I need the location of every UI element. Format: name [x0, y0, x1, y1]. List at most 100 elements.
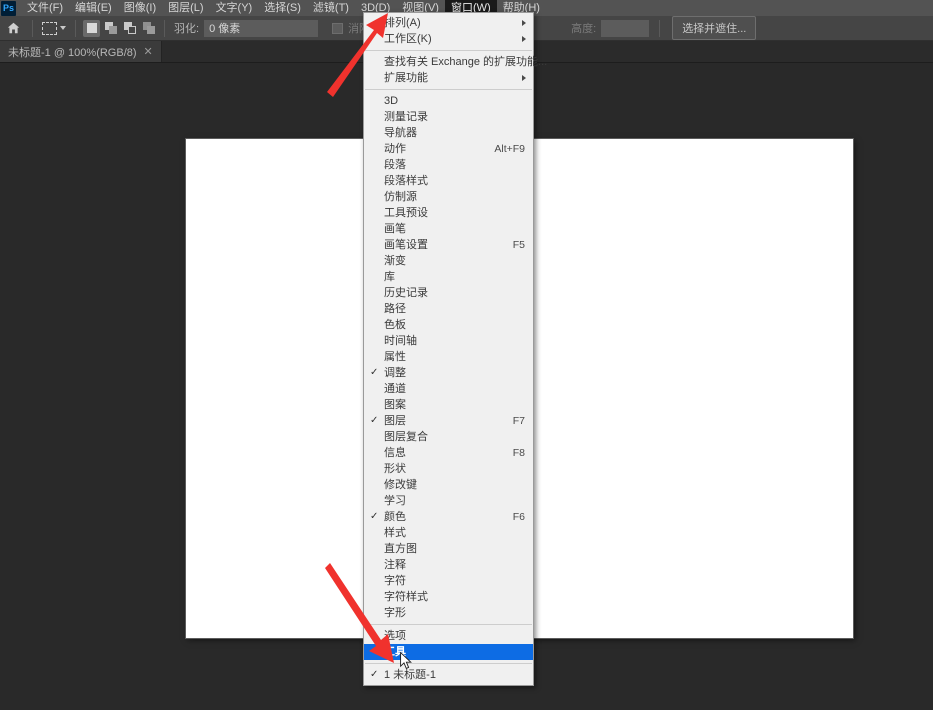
window-menu-item-label: 查找有关 Exchange 的扩展功能... [384, 56, 548, 68]
window-menu-item[interactable]: ✓ 颜色 F6 [364, 509, 533, 525]
window-menu-item-shortcut: F5 [512, 239, 525, 251]
window-menu-item-shortcut: F8 [512, 447, 525, 459]
options-divider-2 [75, 19, 76, 37]
window-menu-item[interactable]: 工具 [364, 644, 533, 660]
window-menu-item[interactable]: 工作区(K) [364, 31, 533, 47]
window-menu-item[interactable]: 样式 [364, 525, 533, 541]
new-selection-button[interactable] [83, 19, 100, 37]
window-menu-item[interactable]: 字符样式 [364, 589, 533, 605]
select-and-mask-button[interactable]: 选择并遮住... [672, 16, 757, 40]
menubar-item-layer[interactable]: 图层(L) [162, 0, 209, 16]
window-menu-item[interactable]: 时间轴 [364, 333, 533, 349]
window-menu-item[interactable]: 色板 [364, 317, 533, 333]
window-menu-item[interactable]: 仿制源 [364, 189, 533, 205]
window-menu-item[interactable]: 测量记录 [364, 109, 533, 125]
menubar-item-filter[interactable]: 滤镜(T) [307, 0, 355, 16]
window-menu-item[interactable]: 查找有关 Exchange 的扩展功能... [364, 54, 547, 70]
window-menu-item[interactable]: ✓ 图层 F7 [364, 413, 533, 429]
intersect-selection-button[interactable] [140, 20, 157, 37]
menu-separator [365, 663, 532, 664]
window-menu-item-label: 图层 [384, 415, 406, 427]
window-menu-item[interactable]: 直方图 [364, 541, 533, 557]
window-menu-item[interactable]: 路径 [364, 301, 533, 317]
window-menu-item-label: 画笔设置 [384, 239, 428, 251]
window-menu-item[interactable]: 信息 F8 [364, 445, 533, 461]
options-divider-5 [659, 19, 661, 37]
window-menu-item[interactable]: 导航器 [364, 125, 533, 141]
window-menu-item-label: 工具 [384, 646, 406, 658]
window-menu-item[interactable]: 渐变 [364, 253, 533, 269]
window-menu-item[interactable]: 库 [364, 269, 533, 285]
new-selection-icon [86, 23, 97, 33]
window-menu-item[interactable]: 属性 [364, 349, 533, 365]
document-tab[interactable]: 未标题-1 @ 100%(RGB/8) ✕ [0, 41, 162, 62]
window-menu-item[interactable]: 画笔设置 F5 [364, 237, 533, 253]
window-menu-item[interactable]: 段落 [364, 157, 533, 173]
window-menu-item-shortcut: Alt+F9 [494, 143, 525, 155]
window-menu-item-label: 段落样式 [384, 175, 428, 187]
window-menu-item-label: 调整 [384, 367, 406, 379]
menubar-item-edit[interactable]: 编辑(E) [69, 0, 118, 16]
window-menu-item[interactable]: 历史记录 [364, 285, 533, 301]
feather-label: 羽化: [174, 23, 200, 35]
window-menu-item-label: 段落 [384, 159, 406, 171]
window-menu-item[interactable]: 工具预设 [364, 205, 533, 221]
menubar-item-file[interactable]: 文件(F) [21, 0, 69, 16]
options-divider-1 [32, 19, 33, 37]
window-menu-item-label: 时间轴 [384, 335, 417, 347]
add-to-selection-button[interactable] [102, 20, 119, 37]
window-menu-item[interactable]: 图层复合 [364, 429, 533, 445]
chevron-down-icon[interactable] [60, 26, 66, 30]
window-menu-item[interactable]: 形状 [364, 461, 533, 477]
window-menu-item[interactable]: 选项 [364, 628, 533, 644]
window-menu-item[interactable]: 字形 [364, 605, 533, 621]
window-menu-item-label: 3D [384, 95, 399, 107]
window-menu-item[interactable]: 修改键 [364, 477, 533, 493]
window-menu-item[interactable]: 3D [364, 93, 533, 109]
window-menu-item-label: 直方图 [384, 543, 417, 555]
window-menu-item-label: 工具预设 [384, 207, 428, 219]
window-menu-item[interactable]: 注释 [364, 557, 533, 573]
window-menu-item[interactable]: 动作 Alt+F9 [364, 141, 533, 157]
home-button[interactable] [0, 16, 26, 41]
window-menu-item[interactable]: 学习 [364, 493, 533, 509]
menubar-item-image[interactable]: 图像(I) [118, 0, 162, 16]
window-menu-item-label: 渐变 [384, 255, 406, 267]
window-menu-item[interactable]: ✓ 1 未标题-1 [364, 667, 533, 683]
options-divider-3 [164, 19, 165, 37]
window-menu-item-label: 仿制源 [384, 191, 417, 203]
close-icon[interactable]: ✕ [144, 45, 153, 58]
feather-input[interactable] [204, 19, 319, 37]
checkmark-icon: ✓ [370, 511, 379, 522]
checkmark-icon: ✓ [370, 367, 379, 378]
menu-separator [365, 89, 532, 90]
window-menu-item[interactable]: 字符 [364, 573, 533, 589]
height-input[interactable] [601, 19, 650, 37]
height-label: 高度: [571, 23, 597, 35]
window-menu-item[interactable]: 扩展功能 [364, 70, 533, 86]
antialias-checkbox[interactable] [332, 22, 344, 34]
window-menu-item-label: 导航器 [384, 127, 417, 139]
checkmark-icon: ✓ [370, 415, 379, 426]
window-menu-item-label: 路径 [384, 303, 406, 315]
window-menu-item-label: 形状 [384, 463, 406, 475]
window-menu-item[interactable]: 画笔 [364, 221, 533, 237]
rectangular-marquee-icon [42, 21, 57, 35]
subtract-from-selection-button[interactable] [121, 20, 138, 37]
active-tool-picker[interactable] [39, 21, 69, 35]
window-menu-item[interactable]: 段落样式 [364, 173, 533, 189]
window-menu-item-label: 扩展功能 [384, 72, 428, 84]
menubar-item-type[interactable]: 文字(Y) [210, 0, 259, 16]
window-menu-item-label: 字符 [384, 575, 406, 587]
window-menu-item-label: 属性 [384, 351, 406, 363]
window-dropdown-menu[interactable]: 排列(A) 工作区(K) 查找有关 Exchange 的扩展功能... 扩展功能 3D 测… [363, 12, 547, 686]
window-menu-item-label: 工作区(K) [384, 33, 432, 45]
window-menu-item[interactable]: ✓ 调整 [364, 365, 533, 381]
submenu-arrow-icon [522, 75, 526, 81]
menubar-item-select[interactable]: 选择(S) [258, 0, 307, 16]
window-menu-item-label: 颜色 [384, 511, 406, 523]
window-menu-item[interactable]: 通道 [364, 381, 533, 397]
window-menu-item[interactable]: 排列(A) [364, 15, 533, 31]
window-menu-item-label: 选项 [384, 630, 406, 642]
window-menu-item[interactable]: 图案 [364, 397, 533, 413]
